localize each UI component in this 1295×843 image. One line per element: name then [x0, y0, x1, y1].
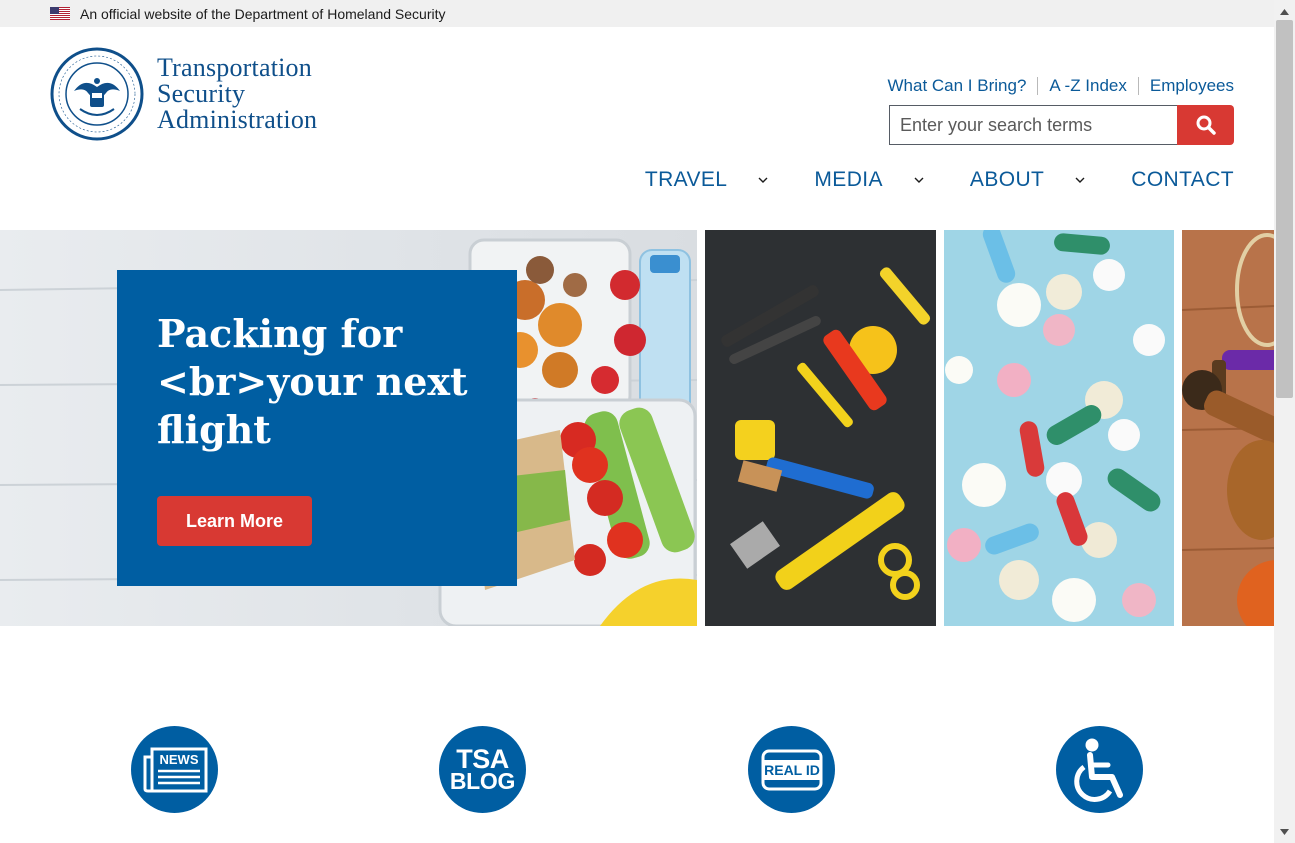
hero-section: Packing for <br>your next flight Learn M… [0, 230, 1274, 626]
scroll-thumb[interactable] [1276, 20, 1293, 398]
a-z-index-link[interactable]: A -Z Index [1049, 76, 1126, 96]
us-flag-icon [50, 7, 70, 20]
sports-illustration [1182, 233, 1274, 626]
wheelchair-icon [1073, 738, 1123, 802]
nav-media-label: MEDIA [814, 168, 883, 191]
tsa-blog-link[interactable]: TSA BLOG [439, 726, 526, 813]
pills-image [944, 230, 1174, 626]
pills-illustration [945, 230, 1165, 622]
utility-links: What Can I Bring? A -Z Index Employees [888, 76, 1234, 96]
divider [1137, 77, 1139, 95]
hero-card: Packing for <br>your next flight Learn M… [117, 270, 517, 586]
nav-travel-label: TRAVEL [644, 168, 728, 191]
scroll-down-arrow-icon[interactable] [1274, 823, 1295, 840]
news-icon-text: NEWS [159, 752, 198, 767]
search-button[interactable] [1177, 105, 1234, 145]
nav-about[interactable]: ABOUT [970, 168, 1131, 192]
hero-title: Packing for <br>your next flight [157, 311, 468, 452]
learn-more-button[interactable]: Learn More [157, 496, 312, 546]
divider [1037, 77, 1039, 95]
sports-equipment-image [1182, 230, 1274, 626]
nav-travel[interactable]: TRAVEL [645, 168, 815, 192]
search-form [889, 105, 1234, 145]
tsa-blog-text-2: BLOG [449, 767, 516, 794]
agency-line-2: Security [157, 79, 246, 108]
search-input[interactable] [889, 105, 1178, 145]
what-can-i-bring-link[interactable]: What Can I Bring? [888, 76, 1027, 96]
chevron-down-icon[interactable] [756, 175, 770, 185]
main-nav: TRAVEL MEDIA ABOUT CONTACT [645, 168, 1234, 192]
dhs-seal-icon[interactable] [50, 47, 144, 141]
nav-media[interactable]: MEDIA [814, 168, 970, 192]
nav-contact[interactable]: CONTACT [1131, 168, 1234, 192]
real-id-icon: REAL ID [761, 749, 822, 790]
news-link[interactable]: NEWS [131, 726, 218, 813]
newspaper-icon: NEWS [143, 747, 207, 792]
gov-banner: An official website of the Department of… [0, 0, 1274, 27]
nav-about-label: ABOUT [969, 168, 1045, 191]
nav-contact-label: CONTACT [1131, 168, 1234, 191]
tsa-blog-icon: TSA BLOG [449, 743, 516, 794]
chevron-down-icon[interactable] [1073, 175, 1087, 185]
search-icon [1196, 115, 1216, 135]
tsa-blog-text-1: TSA [456, 743, 509, 774]
agency-name[interactable]: Transportation Security Administration [157, 55, 317, 133]
real-id-link[interactable]: REAL ID [748, 726, 835, 813]
gov-banner-text: An official website of the Department of… [80, 5, 446, 22]
disabilities-link[interactable] [1056, 726, 1143, 813]
agency-line-1: Transportation [157, 53, 312, 82]
scrollbar[interactable] [1274, 0, 1295, 843]
employees-link[interactable]: Employees [1150, 76, 1234, 96]
agency-line-3: Administration [157, 105, 318, 134]
tools-image [705, 230, 936, 626]
scroll-up-arrow-icon[interactable] [1274, 3, 1295, 20]
tools-illustration [721, 267, 931, 600]
site-header: Transportation Security Administration W… [0, 27, 1274, 230]
chevron-down-icon[interactable] [912, 175, 926, 185]
real-id-icon-text: REAL ID [764, 762, 820, 778]
